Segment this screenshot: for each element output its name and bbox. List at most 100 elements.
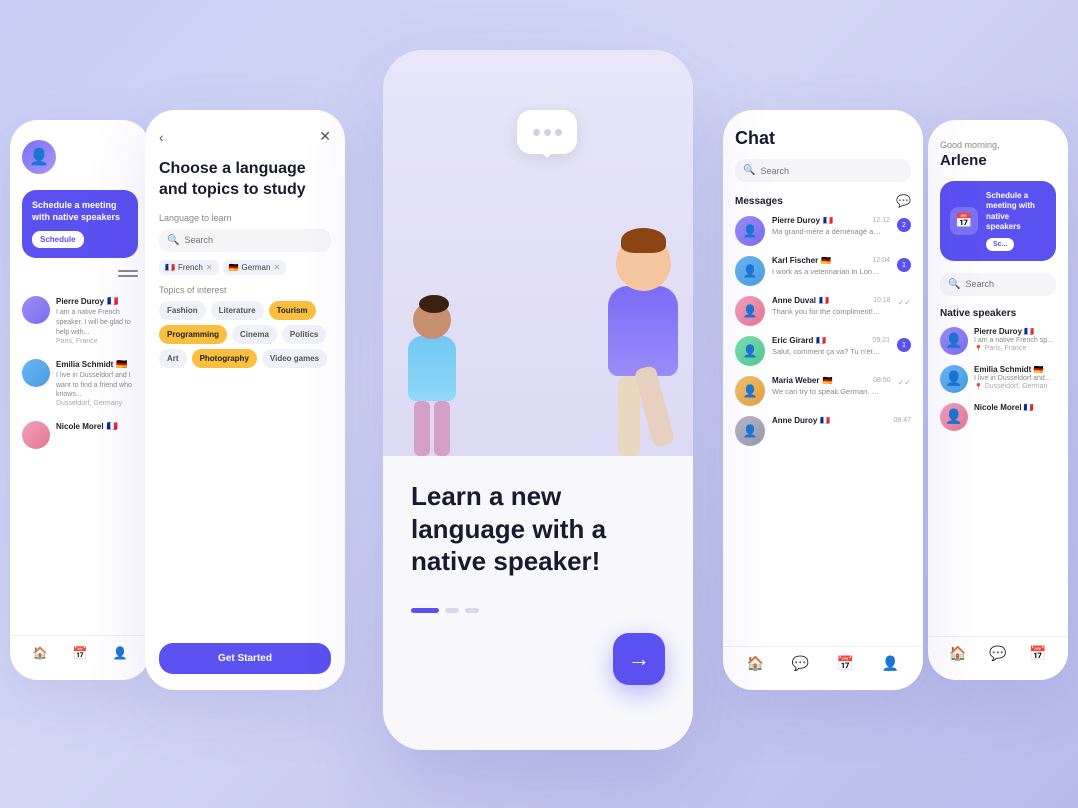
message-item-anne-duroy[interactable]: 👤 Anne Duroy 🇫🇷 08:47 — [735, 416, 911, 446]
chat-bubble — [517, 110, 577, 154]
message-item-karl[interactable]: 👤 Karl Fischer 🇩🇪 12:04 I work as a vete… — [735, 256, 911, 286]
nav-chat-icon[interactable]: 💬 — [792, 655, 809, 672]
message-preview: Thank you for the compliment! I am very … — [772, 307, 882, 318]
speaker-location: 📍 Dusseldorf, German — [974, 383, 1051, 391]
schedule-banner: 📅 Schedule a meeting with native speaker… — [940, 181, 1056, 261]
schedule-button[interactable]: Schedule — [32, 231, 84, 248]
back-button[interactable]: ‹ — [159, 129, 164, 145]
main-char-hair — [621, 228, 666, 253]
pagination-dot-1[interactable] — [411, 608, 439, 613]
pagination-dots — [411, 608, 665, 613]
next-button[interactable]: → — [613, 633, 665, 685]
speaker-desc: I am a native French sp... — [974, 336, 1053, 345]
sender-name: Anne Duroy 🇫🇷 — [772, 416, 830, 425]
person-name: Emilia Schmidt 🇩🇪 — [56, 359, 138, 370]
remove-french-icon[interactable]: ✕ — [206, 263, 213, 272]
compose-icon[interactable]: 💬 — [896, 194, 911, 208]
message-item-maria[interactable]: 👤 Maria Weber 🇩🇪 08:50 We can try to spe… — [735, 376, 911, 406]
phones-container: 👤 Schedule a meeting with native speaker… — [0, 0, 1078, 808]
main-character — [608, 236, 678, 456]
messages-section-title: Messages — [735, 196, 783, 207]
pagination-dot-3[interactable] — [465, 608, 479, 613]
language-tag-french[interactable]: 🇫🇷 French ✕ — [159, 260, 219, 275]
person-info: Nicole Morel 🇫🇷 — [56, 421, 118, 432]
speakers-search-input[interactable] — [965, 279, 1048, 289]
secondary-char-hair — [419, 295, 449, 313]
nav-home-icon[interactable]: 🏠 — [31, 644, 49, 662]
avatar: 👤 — [735, 336, 765, 366]
user-name: Arlene — [940, 152, 1056, 169]
list-item[interactable]: Pierre Duroy 🇫🇷 I am a native French spe… — [22, 296, 138, 344]
close-button[interactable]: ✕ — [319, 128, 331, 145]
message-body: Karl Fischer 🇩🇪 12:04 I work as a veteri… — [772, 256, 890, 278]
search-icon: 🔍 — [948, 279, 960, 290]
nav-calendar-icon[interactable]: 📅 — [71, 644, 89, 662]
list-item[interactable]: Emilia Schmidt 🇩🇪 I live in Dusseldorf a… — [22, 359, 138, 407]
message-body: Pierre Duroy 🇫🇷 12:12 Ma grand-mère a dé… — [772, 216, 890, 238]
bottom-nav: 🏠 💬 📅 — [928, 636, 1068, 670]
chip-video-games[interactable]: Video games — [262, 349, 327, 368]
chip-literature[interactable]: Literature — [211, 301, 264, 320]
chip-art[interactable]: Art — [159, 349, 187, 368]
person-name: Nicole Morel 🇫🇷 — [56, 421, 118, 432]
hero-background — [383, 50, 693, 456]
modal-header: ‹ ✕ — [159, 128, 331, 145]
secondary-char-leg-left — [414, 401, 430, 456]
chip-cinema[interactable]: Cinema — [232, 325, 277, 344]
french-label: French — [178, 263, 203, 272]
nav-calendar-icon[interactable]: 📅 — [1029, 645, 1046, 662]
speaker-info: Nicole Morel 🇫🇷 — [974, 403, 1034, 412]
main-char-body — [608, 286, 678, 376]
secondary-char-legs — [414, 401, 450, 456]
schedule-button[interactable]: Sc... — [986, 238, 1014, 251]
messages-header: Messages 💬 — [735, 194, 911, 208]
message-body: Maria Weber 🇩🇪 08:50 We can try to speak… — [772, 376, 891, 398]
french-flag: 🇫🇷 — [165, 263, 175, 272]
filter-icon[interactable] — [118, 270, 138, 284]
nav-home-icon[interactable]: 🏠 — [747, 655, 764, 672]
message-item-pierre[interactable]: 👤 Pierre Duroy 🇫🇷 12:12 Ma grand-mère a … — [735, 216, 911, 246]
secondary-char-leg-right — [434, 401, 450, 456]
nav-profile-icon[interactable]: 👤 — [882, 655, 899, 672]
message-body: Anne Duval 🇫🇷 10:18 Thank you for the co… — [772, 296, 891, 318]
chip-photography[interactable]: Photography — [192, 349, 257, 368]
speaker-info: Pierre Duroy 🇫🇷 I am a native French sp.… — [974, 327, 1053, 353]
message-item-anne-duval[interactable]: 👤 Anne Duval 🇫🇷 10:18 Thank you for the … — [735, 296, 911, 326]
nav-chat-icon[interactable]: 💬 — [989, 645, 1006, 662]
person-info: Pierre Duroy 🇫🇷 I am a native French spe… — [56, 296, 138, 344]
chip-politics[interactable]: Politics — [282, 325, 326, 344]
pagination-dot-2[interactable] — [445, 608, 459, 613]
language-search[interactable]: 🔍 — [159, 229, 331, 252]
chat-search[interactable]: 🔍 — [735, 159, 911, 182]
speakers-search[interactable]: 🔍 — [940, 273, 1056, 296]
message-time: 10:18 — [873, 297, 891, 304]
nav-profile-icon[interactable]: 👤 — [111, 644, 129, 662]
remove-german-icon[interactable]: ✕ — [273, 263, 280, 272]
chat-search-input[interactable] — [760, 166, 903, 176]
chat-dot-3 — [555, 129, 562, 136]
sender-name: Karl Fischer 🇩🇪 — [772, 256, 831, 265]
speaker-item-nicole[interactable]: 👤 Nicole Morel 🇫🇷 — [940, 403, 1056, 431]
chip-fashion[interactable]: Fashion — [159, 301, 206, 320]
list-item[interactable]: Nicole Morel 🇫🇷 — [22, 421, 138, 449]
language-tag-german[interactable]: 🇩🇪 German ✕ — [223, 260, 287, 275]
message-preview: I work as a veterinarian in London. I li… — [772, 267, 882, 278]
nav-home-icon[interactable]: 🏠 — [949, 645, 966, 662]
get-started-button[interactable]: Get Started — [159, 643, 331, 674]
nav-calendar-icon[interactable]: 📅 — [837, 655, 854, 672]
message-item-eric[interactable]: 👤 Eric Girard 🇫🇷 09:21 Salut, comment ça… — [735, 336, 911, 366]
chip-programming[interactable]: Programming — [159, 325, 227, 344]
speaker-item-emilia[interactable]: 👤 Emilia Schmidt 🇩🇪 I live in Dusseldorf… — [940, 365, 1056, 393]
sender-name: Anne Duval 🇫🇷 — [772, 296, 829, 305]
language-search-input[interactable] — [184, 235, 323, 245]
filter-controls — [22, 270, 138, 284]
sender-name: Pierre Duroy 🇫🇷 — [772, 216, 833, 225]
speaker-item-pierre[interactable]: 👤 Pierre Duroy 🇫🇷 I am a native French s… — [940, 327, 1056, 355]
avatar: 👤 — [735, 216, 765, 246]
main-char-leg-left — [618, 376, 640, 456]
topics-chips: Fashion Literature Tourism Programming C… — [159, 301, 331, 368]
schedule-title: Schedule a meeting with native speakers — [32, 200, 128, 223]
message-time: 12:12 — [872, 217, 890, 224]
speaker-desc: I live in Dusseldorf and... — [974, 374, 1051, 383]
chip-tourism[interactable]: Tourism — [269, 301, 316, 320]
